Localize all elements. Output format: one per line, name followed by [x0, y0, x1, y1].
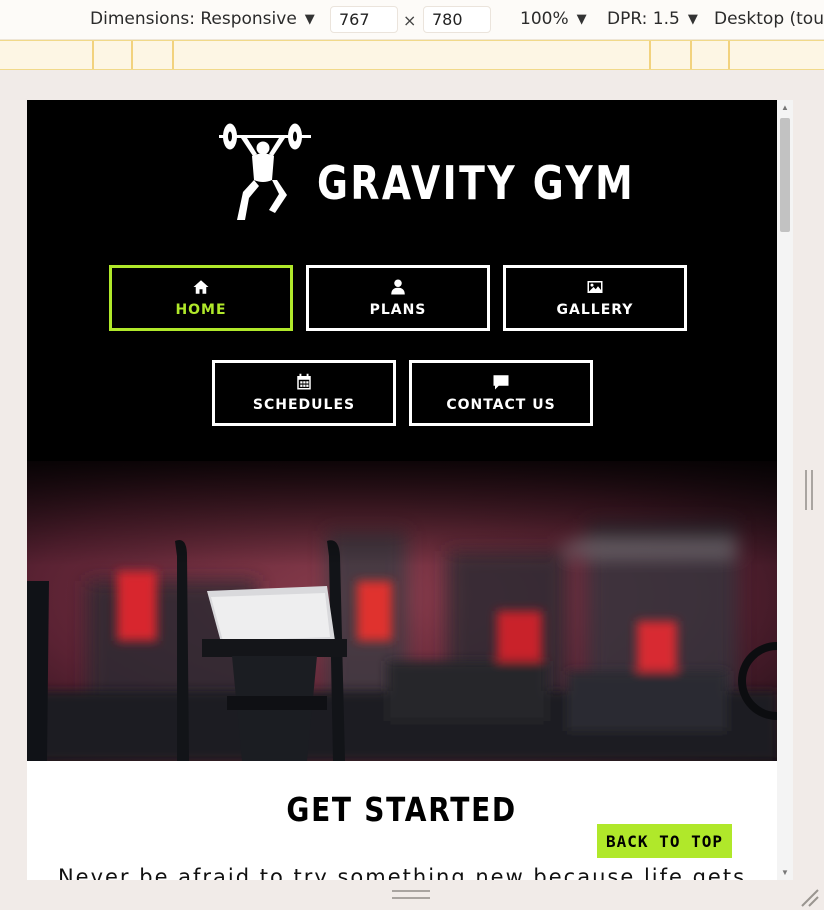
scroll-up-arrow-icon[interactable]: ▲	[781, 103, 789, 112]
dimensions-dropdown[interactable]: Dimensions: Responsive ▼	[90, 9, 315, 29]
page-viewport: GRAVITY GYM HOME PLANS GALLERY SCHEDULES…	[27, 100, 777, 880]
hero-image	[27, 461, 777, 761]
nav-home-button[interactable]: HOME	[109, 265, 293, 331]
chevron-down-icon: ▼	[304, 11, 315, 27]
nav-gallery-button[interactable]: GALLERY	[503, 265, 687, 331]
nav-contact-label: CONTACT US	[446, 397, 556, 413]
nav-schedules-button[interactable]: SCHEDULES	[212, 360, 396, 426]
times-symbol: ×	[403, 11, 417, 30]
device-mode-value: Desktop (touc	[714, 9, 824, 29]
viewport-scrollbar[interactable]: ▲ ▼	[777, 100, 793, 880]
user-icon	[391, 279, 405, 295]
chat-icon	[493, 375, 509, 390]
get-started-heading-text: GET STARTED	[286, 790, 518, 829]
nav-schedules-label: SCHEDULES	[252, 397, 356, 413]
nav-plans-button[interactable]: PLANS	[306, 265, 490, 331]
scrollbar-thumb[interactable]	[780, 118, 790, 232]
media-query-segment[interactable]	[131, 41, 173, 69]
nav-contact-button[interactable]: CONTACT US	[409, 360, 593, 426]
intro-paragraph: Never be afraid to try something new bec…	[57, 865, 747, 880]
media-query-segment[interactable]	[92, 41, 132, 69]
chevron-down-icon: ▼	[576, 11, 587, 27]
device-toolbar: Dimensions: Responsive ▼ 767 × 780 100% …	[0, 0, 824, 40]
dpr-value: DPR: 1.5	[607, 9, 680, 29]
image-icon	[587, 281, 603, 293]
dimensions-label: Dimensions: Responsive	[90, 9, 297, 29]
height-input[interactable]: 780	[423, 6, 491, 33]
device-mode-dropdown[interactable]: Desktop (touc	[714, 9, 824, 29]
back-to-top-button[interactable]: BACK TO TOP	[597, 824, 732, 858]
home-icon	[193, 280, 209, 294]
width-input[interactable]: 767	[330, 6, 398, 33]
nav-gallery-label: GALLERY	[556, 302, 634, 318]
gym-photo	[27, 461, 777, 761]
resize-corner-icon[interactable]	[800, 888, 820, 908]
nav-plans-label: PLANS	[369, 302, 427, 318]
chevron-down-icon: ▼	[687, 11, 698, 27]
site-title: GRAVITY GYM	[317, 156, 636, 210]
media-query-segment[interactable]	[172, 41, 650, 69]
calendar-icon	[297, 373, 311, 390]
zoom-dropdown[interactable]: 100% ▼	[520, 9, 587, 29]
dpr-dropdown[interactable]: DPR: 1.5 ▼	[607, 9, 698, 29]
resize-handle-bottom[interactable]	[392, 890, 430, 899]
nav-home-label: HOME	[175, 302, 227, 318]
media-query-segment[interactable]	[649, 41, 691, 69]
media-query-bar	[0, 40, 824, 70]
resize-handle-right[interactable]	[805, 470, 813, 510]
site-header: GRAVITY GYM HOME PLANS GALLERY SCHEDULES…	[27, 100, 777, 461]
scroll-down-arrow-icon[interactable]: ▼	[781, 868, 789, 877]
media-query-segment[interactable]	[690, 41, 730, 69]
weightlifter-logo-icon	[219, 123, 311, 220]
zoom-value: 100%	[520, 9, 569, 29]
